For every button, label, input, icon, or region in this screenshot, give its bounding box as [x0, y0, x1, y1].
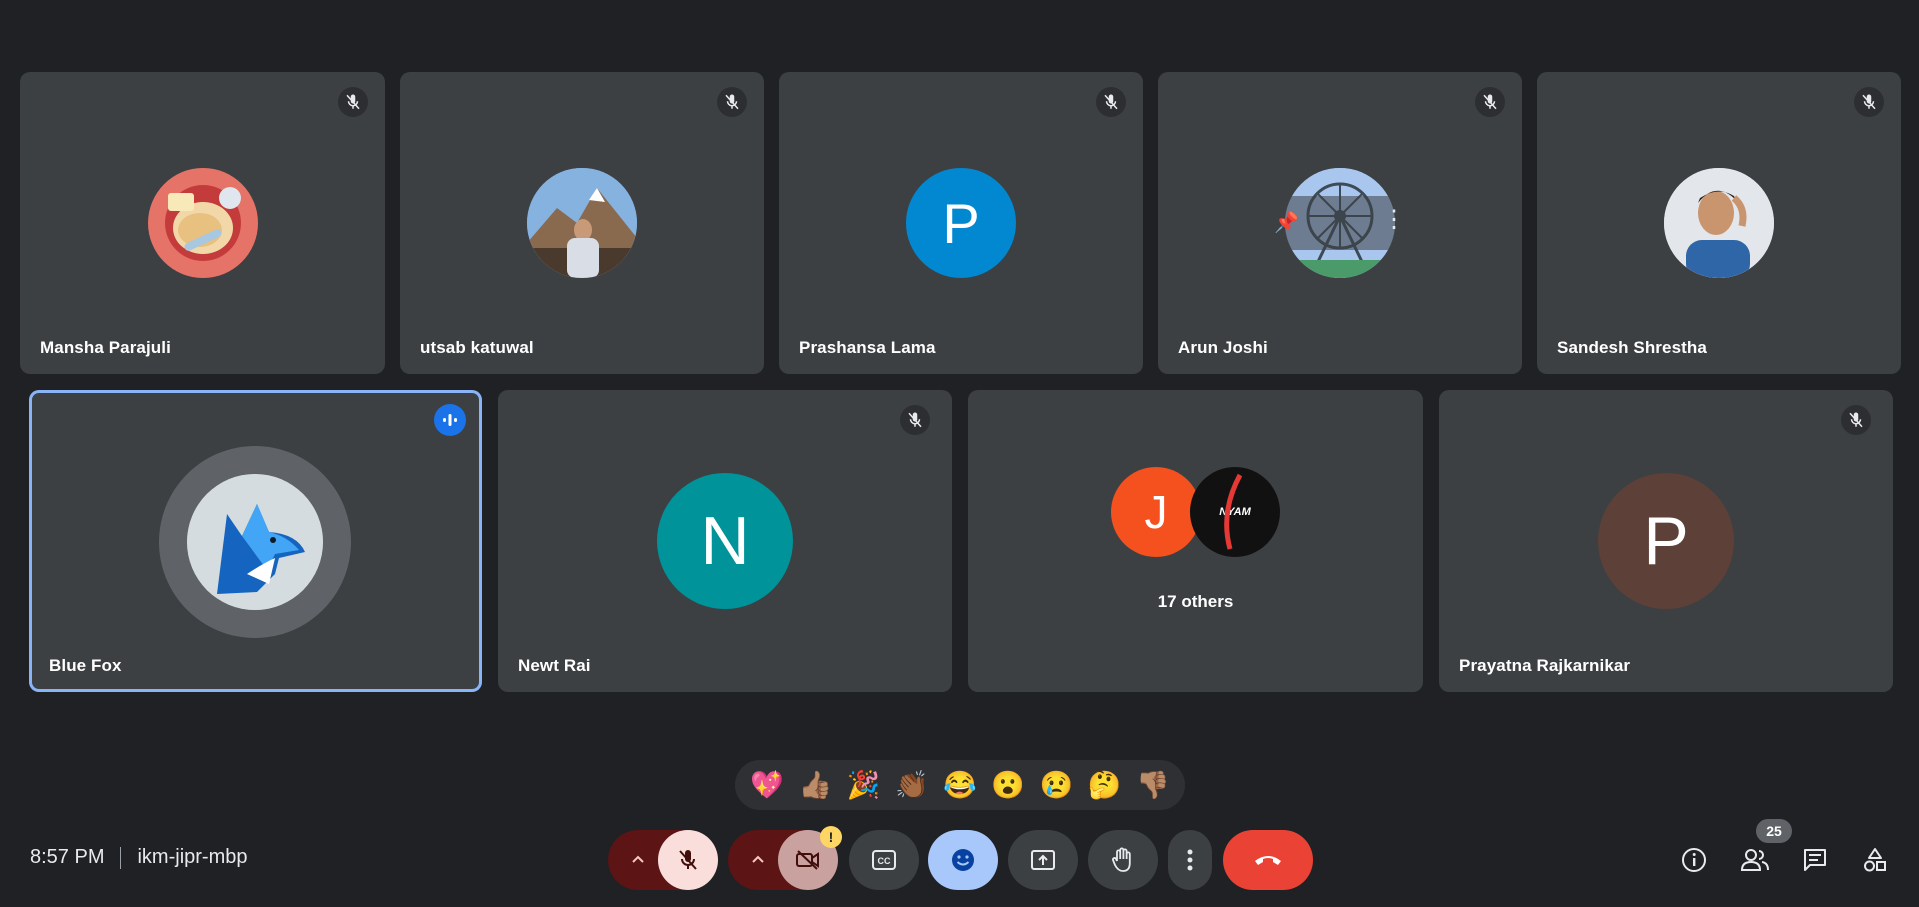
reaction-surprised[interactable]: 😮 [991, 771, 1025, 799]
people-icon [1740, 849, 1769, 871]
present-screen-button[interactable] [1008, 830, 1078, 890]
chat-button[interactable] [1797, 842, 1833, 878]
participant-tile-prayatna[interactable]: P Prayatna Rajkarnikar [1439, 390, 1893, 692]
people-count-badge: 25 [1756, 819, 1792, 843]
others-count: 17 others [1157, 592, 1234, 611]
camera-warning-badge: ! [820, 826, 842, 848]
activities-button[interactable] [1857, 842, 1893, 878]
more-options-icon[interactable]: ⋮ [1382, 208, 1406, 232]
reaction-thumbs-down[interactable]: 👎🏽 [1136, 771, 1170, 799]
mic-toggle-button[interactable] [658, 830, 718, 890]
person-photo-avatar [1664, 168, 1774, 278]
divider [120, 846, 122, 869]
chat-icon [1804, 849, 1826, 871]
mic-off-icon [1096, 87, 1126, 117]
reaction-party-popper[interactable]: 🎉 [847, 771, 881, 799]
chevron-up-icon [752, 855, 764, 863]
participant-name: Arun Joshi [1178, 338, 1268, 357]
participant-tile-arun[interactable]: 📌 ⋮ Arun Joshi [1158, 72, 1522, 374]
participant-tile-sandesh[interactable]: Sandesh Shrestha [1537, 72, 1901, 374]
reaction-clapping[interactable]: 👏🏾 [895, 771, 929, 799]
mountain-photo-avatar [527, 168, 637, 278]
emoji-smile-icon [952, 849, 974, 871]
svg-text:CC: CC [878, 856, 891, 866]
reaction-sparkling-heart[interactable]: 💖 [750, 771, 784, 799]
present-screen-icon [1031, 850, 1055, 870]
participant-tile-mansha[interactable]: Mansha Parajuli [20, 72, 385, 374]
more-vert-icon [1187, 849, 1193, 871]
pin-icon[interactable]: 📌 [1274, 210, 1299, 235]
participant-tile-newt[interactable]: N Newt Rai [498, 390, 952, 692]
reactions-bar: 💖 👍🏽 🎉 👏🏾 😂 😮 😢 🤔 👎🏽 [735, 760, 1185, 810]
mic-off-icon [717, 87, 747, 117]
letter-avatar: N [657, 473, 793, 609]
letter-avatar: P [1598, 473, 1734, 609]
mic-off-icon [1841, 405, 1871, 435]
participant-tile-bluefox[interactable]: Blue Fox [29, 390, 482, 692]
chevron-up-icon [632, 855, 644, 863]
meeting-details-button[interactable] [1676, 842, 1712, 878]
speaking-indicator-icon [434, 404, 466, 436]
people-button[interactable] [1737, 842, 1773, 878]
leave-call-button[interactable] [1223, 830, 1313, 890]
participant-name: Prayatna Rajkarnikar [1459, 656, 1631, 675]
reaction-crying[interactable]: 😢 [1040, 771, 1074, 799]
hand-icon [1112, 847, 1131, 872]
wolf-logo-avatar [187, 474, 323, 610]
reactions-button[interactable] [928, 830, 998, 890]
participant-name: Mansha Parajuli [40, 338, 171, 357]
mic-off-icon [1475, 87, 1505, 117]
letter-avatar: P [906, 168, 1016, 278]
participant-name: Sandesh Shrestha [1557, 338, 1707, 357]
meeting-info: 8:57 PM ikm-jipr-mbp [30, 846, 247, 869]
participant-name: Blue Fox [49, 656, 122, 675]
reaction-laughing[interactable]: 😂 [943, 771, 977, 799]
meeting-code: ikm-jipr-mbp [137, 846, 248, 868]
camera-off-icon [796, 850, 819, 870]
logo-avatar: NYAM [1190, 467, 1280, 557]
mic-off-icon [900, 405, 930, 435]
participant-name: Prashansa Lama [799, 338, 936, 357]
raise-hand-button[interactable] [1088, 830, 1158, 890]
others-tile[interactable]: J NYAM 17 others [968, 390, 1423, 692]
meeting-time: 8:57 PM [30, 846, 105, 868]
more-options-button[interactable] [1168, 830, 1212, 890]
info-icon [1682, 848, 1706, 872]
reaction-thinking[interactable]: 🤔 [1088, 771, 1122, 799]
mic-off-icon [338, 87, 368, 117]
participant-name: utsab katuwal [420, 338, 534, 357]
participant-tile-utsab[interactable]: utsab katuwal [400, 72, 764, 374]
captions-button[interactable]: CC [849, 830, 919, 890]
participant-name: Newt Rai [518, 656, 591, 675]
closed-captions-icon: CC [872, 850, 896, 870]
mic-off-icon [679, 850, 697, 870]
end-call-icon [1255, 856, 1281, 865]
participant-tile-prashansa[interactable]: P Prashansa Lama [779, 72, 1143, 374]
pin-overlay[interactable]: 📌 ⋮ [1256, 196, 1424, 250]
activities-shapes-icon [1864, 848, 1886, 872]
food-plate-avatar [148, 168, 258, 278]
letter-avatar: J [1111, 467, 1201, 557]
mic-off-icon [1854, 87, 1884, 117]
reaction-thumbs-up[interactable]: 👍🏽 [799, 771, 833, 799]
